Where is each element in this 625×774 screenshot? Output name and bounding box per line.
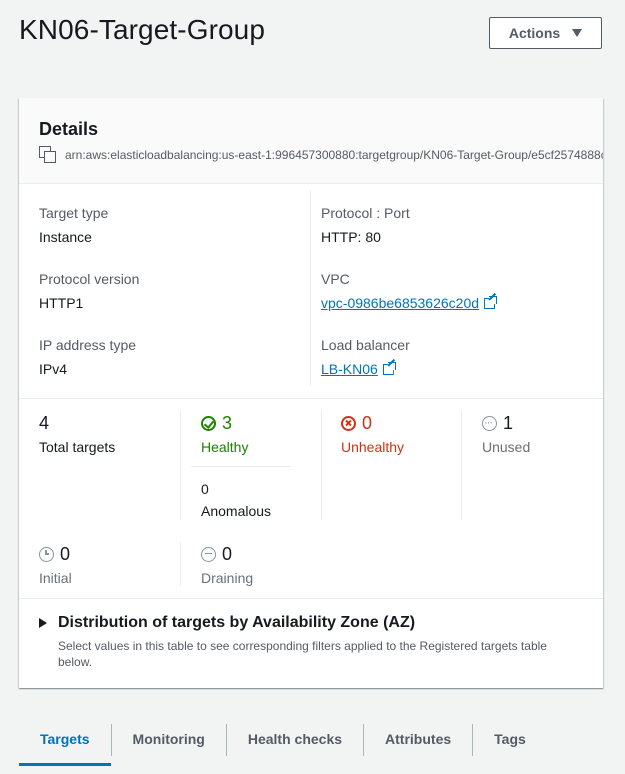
actions-button[interactable]: Actions: [489, 17, 602, 49]
unhealthy-stat[interactable]: 0 Unhealthy: [341, 412, 404, 456]
caret-down-icon: [572, 29, 583, 37]
actions-button-label: Actions: [508, 25, 561, 41]
tab-tags[interactable]: Tags: [473, 718, 547, 760]
divider: [19, 398, 603, 399]
success-icon: [201, 415, 216, 431]
unused-value: 1: [503, 413, 514, 433]
vpc-link[interactable]: vpc-0986be6853626c20d: [321, 295, 479, 311]
tab-monitoring[interactable]: Monitoring: [112, 718, 226, 760]
stat-separator: [180, 410, 181, 520]
minus-circle-icon: [201, 546, 216, 562]
protocol-version-label: Protocol version: [39, 271, 140, 287]
tab-bar: Targets Monitoring Health checks Attribu…: [19, 718, 547, 768]
arn-value: arn:aws:elasticloadbalancing:us-east-1:9…: [65, 148, 603, 162]
az-distribution-toggle[interactable]: Distribution of targets by Availability …: [39, 614, 415, 632]
details-title: Details: [39, 119, 99, 139]
initial-label: Initial: [39, 570, 72, 586]
draining-stat[interactable]: 0 Draining: [201, 543, 253, 587]
page-title: KN06-Target-Group: [19, 14, 266, 45]
details-panel: Details arn:aws:elasticloadbalancing:us-…: [19, 98, 603, 688]
draining-value: 0: [222, 544, 233, 564]
target-type-field: Target type Instance: [39, 204, 108, 246]
anomalous-stat[interactable]: 0 Anomalous: [201, 480, 271, 520]
tab-targets[interactable]: Targets: [19, 718, 111, 766]
column-divider: [310, 190, 311, 386]
ellipsis-icon: [482, 412, 497, 434]
healthy-stat[interactable]: 3 Healthy: [201, 412, 248, 456]
unused-label: Unused: [482, 439, 531, 455]
divider: [19, 598, 603, 599]
unhealthy-value: 0: [362, 413, 373, 433]
external-link-icon[interactable]: [484, 292, 498, 309]
external-link-icon[interactable]: [382, 358, 396, 375]
initial-stat[interactable]: 0 Initial: [39, 543, 72, 587]
target-type-label: Target type: [39, 205, 109, 221]
az-distribution-title: Distribution of targets by Availability …: [58, 614, 416, 631]
ip-address-type-label: IP address type: [39, 337, 137, 353]
total-targets-stat: 4 Total targets: [39, 412, 115, 456]
caret-right-icon: [39, 618, 47, 628]
details-header: Details arn:aws:elasticloadbalancing:us-…: [19, 98, 603, 184]
error-icon: [341, 415, 356, 431]
protocol-port-label: Protocol : Port: [321, 205, 410, 221]
ip-address-type-field: IP address type IPv4: [39, 336, 136, 378]
stat-separator: [180, 542, 181, 586]
protocol-port-value: HTTP: 80: [321, 229, 381, 245]
total-targets-label: Total targets: [39, 439, 116, 455]
tab-health-checks[interactable]: Health checks: [227, 718, 363, 760]
load-balancer-field: Load balancer LB-KN06: [321, 336, 410, 378]
copy-icon[interactable]: [39, 146, 57, 164]
vpc-field: VPC vpc-0986be6853626c20d: [321, 270, 498, 312]
draining-label: Draining: [201, 570, 254, 586]
ip-address-type-value: IPv4: [39, 361, 68, 377]
target-type-value: Instance: [39, 229, 92, 245]
healthy-label: Healthy: [201, 439, 249, 455]
stat-separator: [461, 410, 462, 520]
divider: [191, 466, 291, 467]
unused-stat[interactable]: 1 Unused: [482, 412, 530, 456]
protocol-port-field: Protocol : Port HTTP: 80: [321, 204, 410, 246]
az-distribution-description: Select values in this table to see corre…: [58, 639, 547, 669]
stat-separator: [321, 410, 322, 520]
load-balancer-label: Load balancer: [321, 337, 410, 353]
total-targets-value: 4: [39, 413, 50, 433]
clock-icon: [39, 546, 54, 562]
vpc-label: VPC: [321, 271, 350, 287]
unhealthy-label: Unhealthy: [341, 439, 405, 455]
tab-attributes[interactable]: Attributes: [364, 718, 472, 760]
healthy-value: 3: [222, 413, 233, 433]
protocol-version-field: Protocol version HTTP1: [39, 270, 139, 312]
anomalous-label: Anomalous: [201, 503, 272, 519]
protocol-version-value: HTTP1: [39, 295, 84, 311]
arn-row: arn:aws:elasticloadbalancing:us-east-1:9…: [39, 146, 603, 164]
anomalous-value: 0: [201, 481, 209, 497]
initial-value: 0: [60, 544, 71, 564]
load-balancer-link[interactable]: LB-KN06: [321, 361, 378, 377]
